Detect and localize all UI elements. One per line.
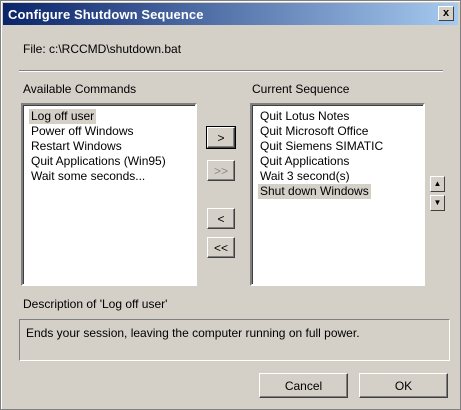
current-sequence-list[interactable]: Quit Lotus Notes Quit Microsoft Office Qui… bbox=[250, 103, 425, 286]
remove-command-button[interactable]: < bbox=[207, 208, 235, 229]
separator bbox=[19, 70, 443, 72]
list-item[interactable]: Quit Siemens SIMATIC bbox=[258, 139, 423, 154]
list-item[interactable]: Power off Windows bbox=[29, 124, 195, 139]
ok-button[interactable]: OK bbox=[359, 373, 448, 398]
window-title: Configure Shutdown Sequence bbox=[8, 7, 204, 22]
list-item[interactable]: Quit Applications (Win95) bbox=[29, 154, 195, 169]
description-text: Ends your session, leaving the computer … bbox=[26, 326, 360, 340]
list-item[interactable]: Log off user bbox=[29, 109, 97, 124]
add-command-button[interactable]: > bbox=[206, 126, 236, 149]
list-item[interactable]: Wait 3 second(s) bbox=[258, 169, 423, 184]
list-item[interactable]: Shut down Windows bbox=[258, 184, 371, 199]
description-label: Description of 'Log off user' bbox=[23, 297, 168, 311]
move-up-button[interactable]: ▲ bbox=[430, 176, 445, 192]
move-down-button[interactable]: ▼ bbox=[430, 195, 445, 211]
file-path-label: File: c:\RCCMD\shutdown.bat bbox=[23, 42, 182, 56]
list-item[interactable]: Quit Lotus Notes bbox=[258, 109, 423, 124]
triangle-up-icon: ▲ bbox=[433, 179, 442, 188]
triangle-down-icon: ▼ bbox=[433, 198, 442, 207]
list-item[interactable]: Quit Applications bbox=[258, 154, 423, 169]
add-all-button[interactable]: >> bbox=[207, 160, 235, 181]
description-box: Ends your session, leaving the computer … bbox=[19, 319, 450, 361]
list-item[interactable]: Quit Microsoft Office bbox=[258, 124, 423, 139]
configure-shutdown-dialog: Configure Shutdown Sequence x File: c:\R… bbox=[0, 0, 461, 410]
title-bar[interactable]: Configure Shutdown Sequence x bbox=[3, 3, 458, 25]
cancel-button[interactable]: Cancel bbox=[259, 373, 348, 398]
list-item[interactable]: Wait some seconds... bbox=[29, 169, 195, 184]
current-sequence-label: Current Sequence bbox=[252, 82, 350, 96]
available-commands-label: Available Commands bbox=[23, 82, 137, 96]
available-commands-list[interactable]: Log off user Power off Windows Restart Win… bbox=[21, 103, 197, 286]
list-item[interactable]: Restart Windows bbox=[29, 139, 195, 154]
close-button[interactable]: x bbox=[438, 6, 454, 21]
remove-all-button[interactable]: << bbox=[207, 237, 235, 258]
